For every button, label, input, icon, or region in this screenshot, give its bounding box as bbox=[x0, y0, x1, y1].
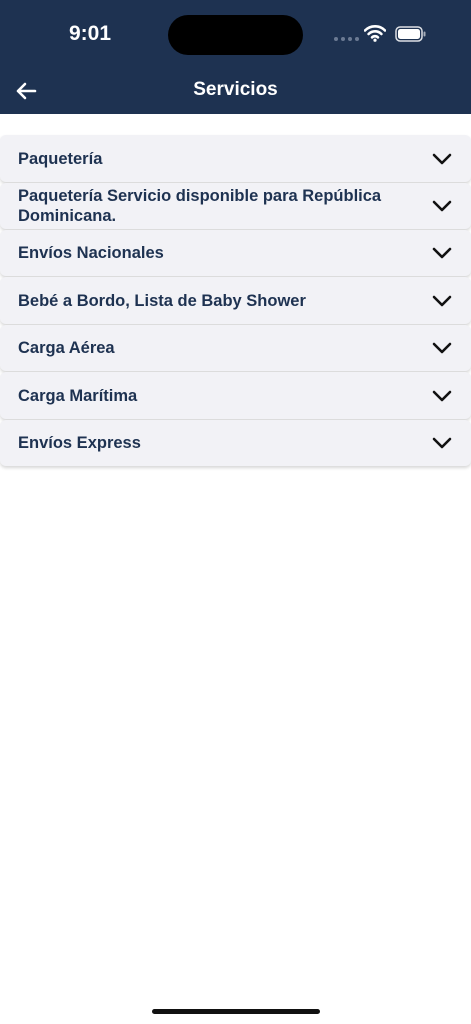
service-item-label: Paquetería bbox=[18, 149, 103, 168]
service-item-label: Bebé a Bordo, Lista de Baby Shower bbox=[18, 291, 306, 310]
battery-icon bbox=[395, 26, 427, 47]
chevron-down-icon bbox=[431, 341, 453, 355]
app-header: 9:01 Servicios bbox=[0, 0, 471, 114]
cellular-signal-icon bbox=[334, 37, 359, 41]
chevron-down-icon bbox=[431, 199, 453, 213]
page-title: Servicios bbox=[193, 79, 278, 100]
service-item-paqueteria[interactable]: Paquetería bbox=[0, 135, 471, 182]
chevron-down-icon bbox=[431, 246, 453, 260]
service-item-envios-express[interactable]: Envíos Express bbox=[0, 420, 471, 466]
service-item-paqueteria-rd[interactable]: Paquetería Servicio disponible para Repú… bbox=[0, 183, 471, 229]
service-item-carga-aerea[interactable]: Carga Aérea bbox=[0, 325, 471, 371]
service-item-label: Carga Marítima bbox=[18, 386, 138, 405]
service-item-label: Envíos Nacionales bbox=[18, 244, 164, 262]
chevron-down-icon bbox=[431, 389, 453, 403]
services-list: Paquetería Paquetería Servicio disponibl… bbox=[0, 135, 471, 467]
dynamic-island bbox=[168, 15, 303, 55]
chevron-down-icon bbox=[431, 294, 453, 308]
service-item-label: Envíos Express bbox=[18, 434, 141, 452]
wifi-icon bbox=[363, 24, 387, 47]
home-indicator[interactable] bbox=[152, 1009, 320, 1014]
chevron-down-icon bbox=[431, 152, 453, 166]
service-item-envios-nacionales[interactable]: Envíos Nacionales bbox=[0, 230, 471, 276]
status-time: 9:01 bbox=[68, 22, 112, 45]
service-item-carga-maritima[interactable]: Carga Marítima bbox=[0, 372, 471, 419]
service-item-label: Paquetería Servicio disponible para Repú… bbox=[18, 187, 382, 225]
service-item-bebe-a-bordo[interactable]: Bebé a Bordo, Lista de Baby Shower bbox=[0, 277, 471, 324]
chevron-down-icon bbox=[431, 436, 453, 450]
service-item-label: Carga Aérea bbox=[18, 339, 115, 357]
